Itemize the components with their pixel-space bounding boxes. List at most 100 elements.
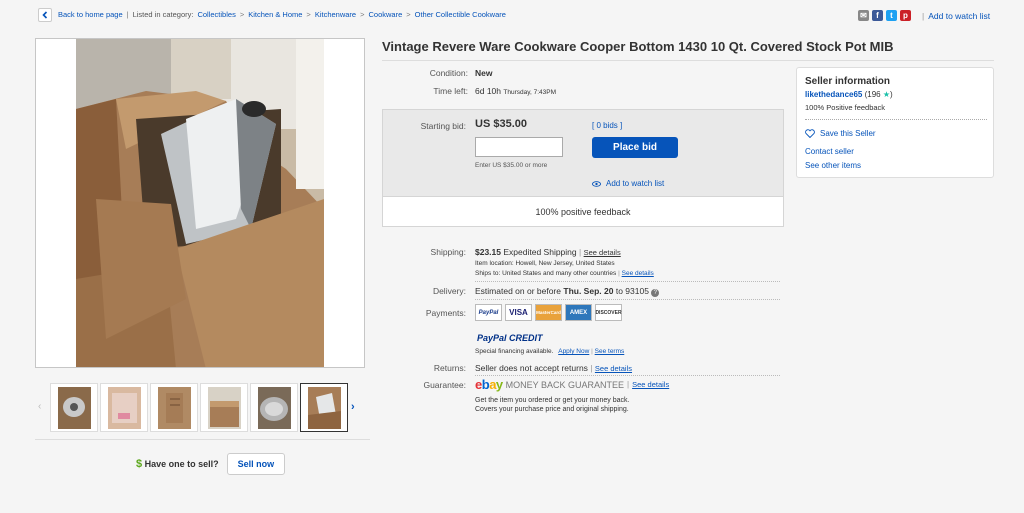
thumbnail-5[interactable] xyxy=(250,383,298,432)
feedback-bar: 100% positive feedback xyxy=(383,196,783,226)
thumbnail-strip xyxy=(38,383,363,433)
thumbnail-image xyxy=(57,386,91,429)
breadcrumb-cookware[interactable]: Cookware xyxy=(368,10,402,19)
divider xyxy=(475,375,780,376)
financing-text: Special financing available. xyxy=(475,348,554,355)
thumb-next-arrow[interactable]: › xyxy=(351,401,355,413)
seller-heading: Seller information xyxy=(805,76,891,87)
ships-to-see-details-link[interactable]: See details xyxy=(622,270,654,277)
guarantee-label: Guarantee: xyxy=(423,380,466,390)
breadcrumb-other-collectible-cookware[interactable]: Other Collectible Cookware xyxy=(415,10,506,19)
have-one-to-sell-label: Have one to sell? xyxy=(144,459,219,469)
time-left-value: 6d 10h Thursday, 7:43PM xyxy=(475,86,556,96)
facebook-icon[interactable]: f xyxy=(872,10,883,21)
shipping-method: Expedited Shipping xyxy=(503,247,577,257)
save-seller-label: Save this Seller xyxy=(820,129,876,138)
save-seller-link[interactable]: Save this Seller xyxy=(805,129,876,138)
condition-label: Condition: xyxy=(429,68,468,78)
breadcrumb: Back to home page | Listed in category: … xyxy=(58,10,506,19)
help-icon[interactable]: ? xyxy=(651,289,660,297)
seller-name-link[interactable]: likethedance65 xyxy=(805,90,862,99)
paypal-icon: PayPal xyxy=(475,304,502,321)
ships-to: Ships to: United States and many other c… xyxy=(475,270,654,277)
payment-methods: PayPal VISA MasterCard AMEX DISCOVER xyxy=(475,304,622,321)
back-to-home-link[interactable]: Back to home page xyxy=(58,10,123,19)
returns-label: Returns: xyxy=(433,363,466,373)
delivery-date: Thu. Sep. 20 xyxy=(563,286,614,296)
email-icon[interactable]: ✉ xyxy=(858,10,869,21)
product-photo xyxy=(76,39,324,367)
time-left-detail: Thursday, 7:43PM xyxy=(503,89,557,96)
add-to-watch-list-link[interactable]: Add to watch list xyxy=(928,11,990,21)
watch-list-link[interactable]: Add to watch list xyxy=(592,179,664,188)
pinterest-icon[interactable]: p xyxy=(900,10,911,21)
sell-prompt: $ Have one to sell? Sell now xyxy=(136,453,286,475)
ships-to-value: United States and many other countries xyxy=(502,270,617,277)
seller-feedback: 100% Positive feedback xyxy=(805,103,886,112)
thumbnail-image xyxy=(207,386,241,429)
star-icon: ★ xyxy=(882,90,891,99)
paypal-credit-logo: PayPal CREDIT xyxy=(477,333,543,343)
discover-icon: DISCOVER xyxy=(595,304,622,321)
page-title: Vintage Revere Ware Cookware Cooper Bott… xyxy=(382,39,894,54)
starting-bid-label: Starting bid: xyxy=(420,121,466,131)
guarantee-line-1: Get the item you ordered or get your mon… xyxy=(475,397,630,404)
thumbnail-image xyxy=(257,386,291,429)
returns-value: Seller does not accept returns | See det… xyxy=(475,363,633,373)
main-product-image[interactable] xyxy=(35,38,365,368)
returns-see-details-link[interactable]: See details xyxy=(595,364,632,373)
delivery-text-pre: Estimated on or before xyxy=(475,286,561,296)
bid-amount-input[interactable] xyxy=(475,137,563,157)
guarantee-title: MONEY BACK GUARANTEE xyxy=(505,379,625,390)
shipping-cost: $23.15 xyxy=(475,247,501,257)
divider xyxy=(35,439,370,440)
seller-name-line: likethedance65 (196 ★) xyxy=(805,90,893,99)
item-location: Item location: Howell, New Jersey, Unite… xyxy=(475,260,615,267)
thumbnail-image xyxy=(307,386,341,429)
returns-text: Seller does not accept returns xyxy=(475,363,588,373)
dollar-icon: $ xyxy=(136,458,143,470)
breadcrumb-collectibles[interactable]: Collectibles xyxy=(197,10,235,19)
payments-label: Payments: xyxy=(425,308,466,318)
amex-icon: AMEX xyxy=(565,304,592,321)
breadcrumb-kitchen-home[interactable]: Kitchen & Home xyxy=(248,10,302,19)
see-terms-link[interactable]: See terms xyxy=(595,348,625,355)
breadcrumb-kitchenware[interactable]: Kitchenware xyxy=(315,10,356,19)
see-other-items-link[interactable]: See other items xyxy=(805,161,861,170)
seller-score: (196 xyxy=(864,90,881,99)
heart-icon xyxy=(805,129,815,138)
place-bid-button[interactable]: Place bid xyxy=(592,137,678,158)
visa-icon: VISA xyxy=(505,304,532,321)
contact-seller-link[interactable]: Contact seller xyxy=(805,147,854,156)
shipping-value: $23.15 Expedited Shipping | See details xyxy=(475,247,621,257)
thumbnail-4[interactable] xyxy=(200,383,248,432)
divider xyxy=(475,281,780,282)
thumbnail-6-selected[interactable] xyxy=(300,383,348,432)
financing-line: Special financing available. Apply Now |… xyxy=(475,348,625,355)
listed-in-label: Listed in category: xyxy=(132,10,194,19)
ebay-logo: ebay xyxy=(475,377,503,392)
guarantee-see-details-link[interactable]: See details xyxy=(632,380,669,389)
watch-list-top: | Add to watch list xyxy=(922,11,991,21)
delivery-label: Delivery: xyxy=(432,286,466,296)
sell-now-button[interactable]: Sell now xyxy=(226,453,286,475)
starting-bid-price: US $35.00 xyxy=(475,118,527,130)
shipping-see-details-link[interactable]: See details xyxy=(584,248,621,257)
back-button[interactable] xyxy=(38,8,52,22)
bid-hint: Enter US $35.00 or more xyxy=(475,162,548,169)
twitter-icon[interactable]: t xyxy=(886,10,897,21)
ships-to-label: Ships to: xyxy=(475,270,501,277)
divider xyxy=(382,60,994,61)
thumbnail-image xyxy=(107,386,141,429)
thumbnail-2[interactable] xyxy=(100,383,148,432)
seller-information-box: Seller information likethedance65 (196 ★… xyxy=(796,67,994,178)
bids-count-link[interactable]: [ 0 bids ] xyxy=(592,121,622,130)
thumbnail-3[interactable] xyxy=(150,383,198,432)
thumbnail-1[interactable] xyxy=(50,383,98,432)
watch-list-label: Add to watch list xyxy=(606,179,665,188)
money-back-guarantee: ebay MONEY BACK GUARANTEE | See details xyxy=(475,377,670,392)
shipping-label: Shipping: xyxy=(430,247,466,257)
delivery-text-post: to 93105 xyxy=(615,286,649,296)
apply-now-link[interactable]: Apply Now xyxy=(558,348,589,355)
time-left-label: Time left: xyxy=(433,86,468,96)
